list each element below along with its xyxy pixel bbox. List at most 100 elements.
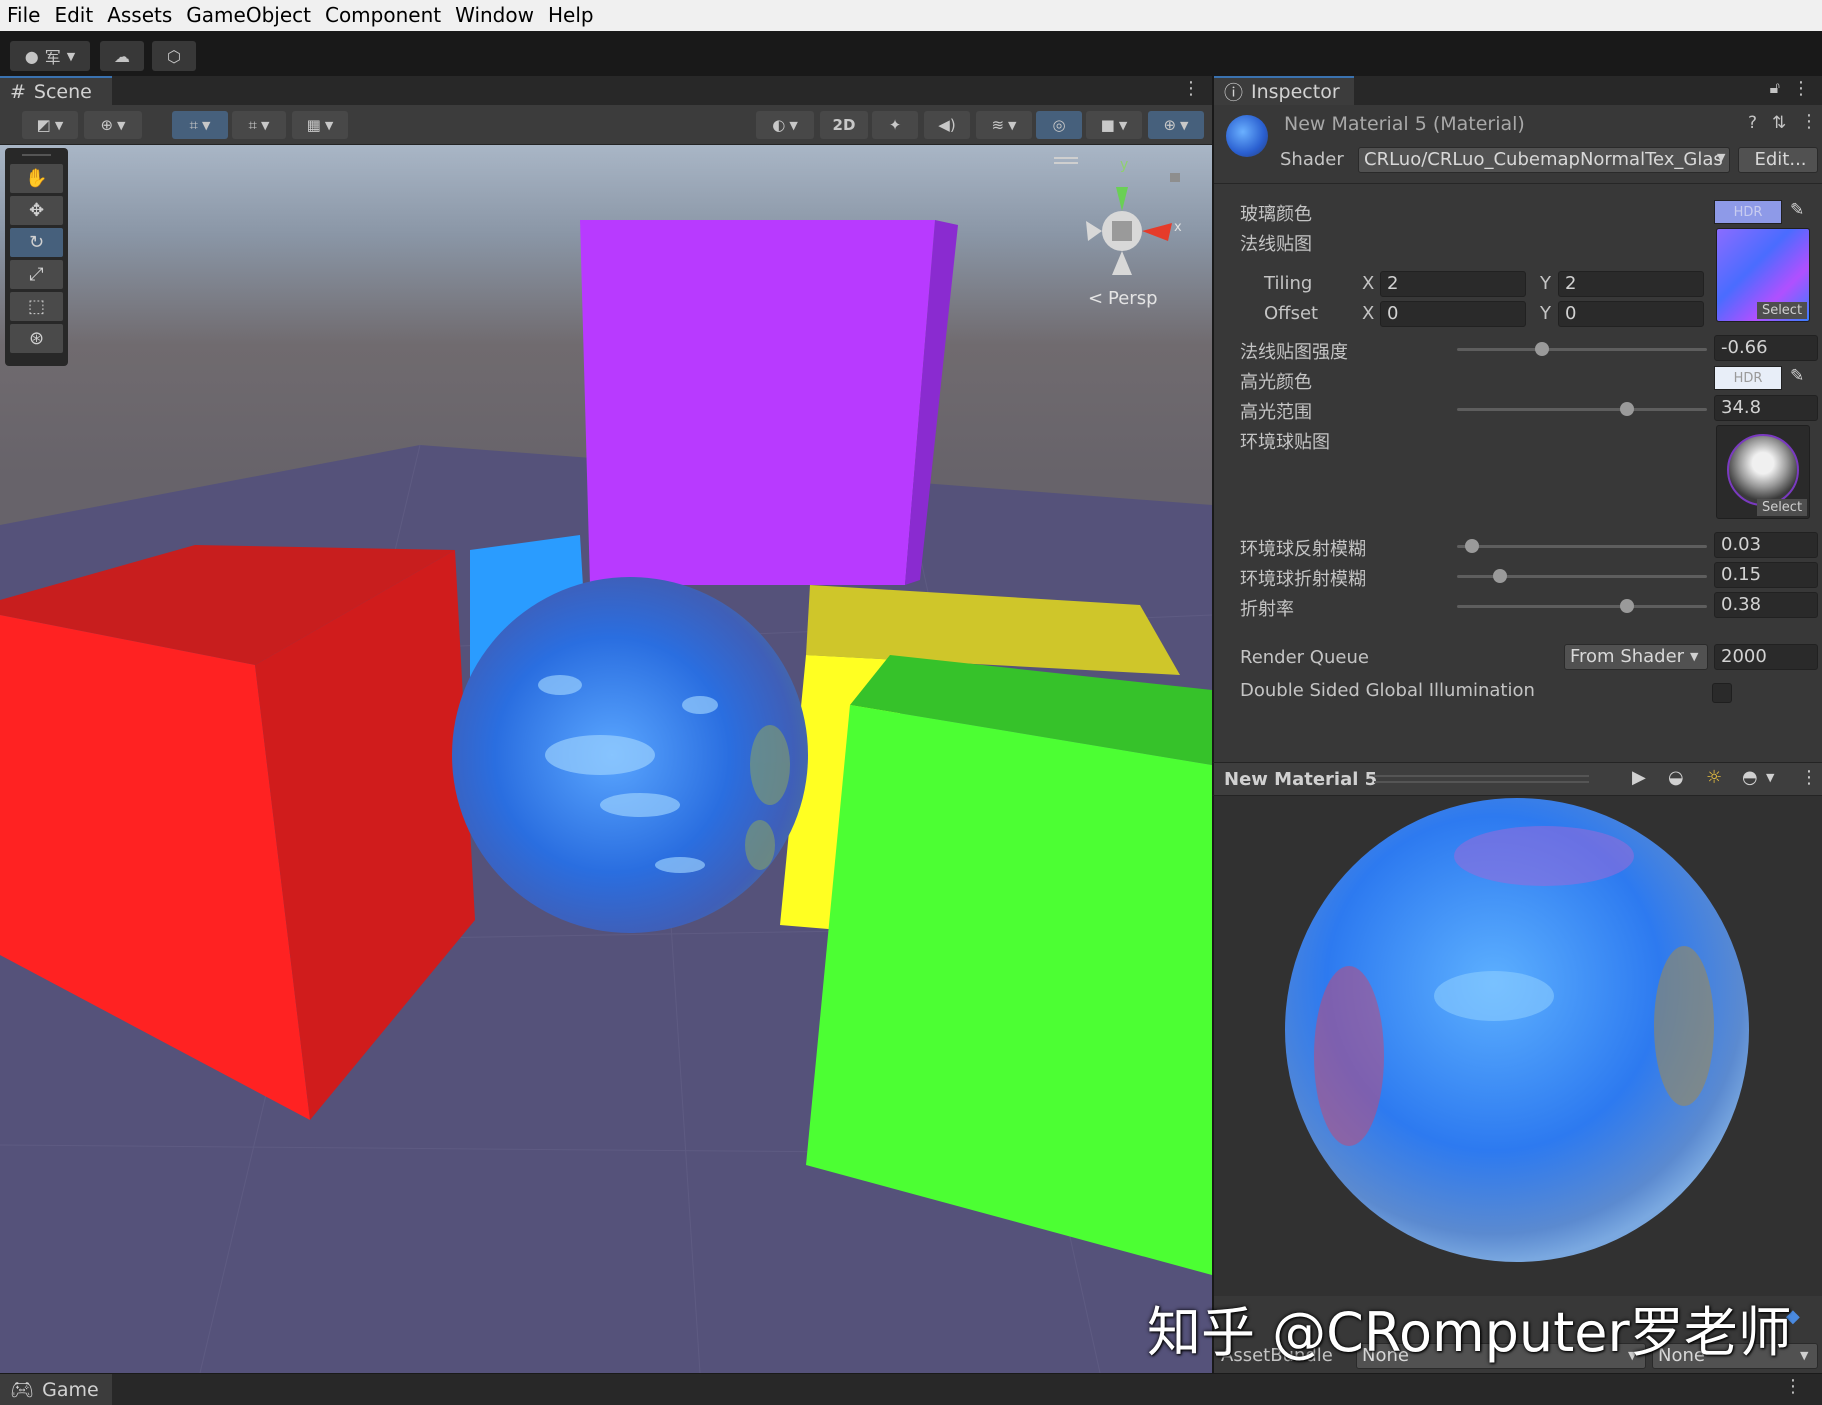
offset-x-field[interactable]: 0 <box>1380 301 1526 327</box>
refraction-field[interactable]: 0.38 <box>1714 592 1818 618</box>
normal-strength-slider-knob[interactable] <box>1535 342 1549 356</box>
shader-dropdown[interactable]: CRLuo/CRLuo_CubemapNormalTex_Glas <box>1358 147 1730 173</box>
menu-edit[interactable]: Edit <box>47 0 100 31</box>
material-menu-icon[interactable]: ⋮ <box>1800 111 1818 132</box>
more-options-icon[interactable]: ⋮ <box>1784 1376 1802 1397</box>
normal-map-select-button[interactable]: Select <box>1757 302 1807 319</box>
scene-viewport[interactable]: y x < Persp <box>0 145 1212 1373</box>
tab-scene[interactable]: # Scene <box>0 76 112 105</box>
hand-tool-button[interactable]: ✋ <box>10 164 63 193</box>
offset-y-label: Y <box>1540 303 1551 324</box>
scale-icon: ⤢ <box>29 264 44 285</box>
tiling-x-field[interactable]: 2 <box>1380 271 1526 297</box>
rect-icon: ⬚ <box>27 296 45 317</box>
spec-color-label: 高光颜色 <box>1240 372 1312 393</box>
env-refract-blur-field[interactable]: 0.15 <box>1714 562 1818 588</box>
preview-background-icon[interactable]: ◓ <box>1742 767 1758 788</box>
tab-game-label: Game <box>42 1378 99 1401</box>
normal-strength-label: 法线贴图强度 <box>1240 342 1348 363</box>
rect-tool-button[interactable]: ⬚ <box>10 292 63 321</box>
2d-toggle-button[interactable]: 2D <box>820 111 868 139</box>
transform-tool-button[interactable]: ⊛ <box>10 324 63 353</box>
play-icon[interactable]: ▶ <box>1632 767 1646 788</box>
render-queue-field[interactable]: 2000 <box>1714 644 1818 670</box>
render-queue-dropdown[interactable]: From Shader <box>1564 644 1708 670</box>
shading-sphere-icon: ◐ <box>772 116 786 134</box>
main-toolbar: ● 军 ▼ ☁ ⬡ <box>0 31 1822 76</box>
grid-snap-dropdown[interactable]: ⌗ ▼ <box>172 111 228 139</box>
viewport-options-icon[interactable] <box>1054 157 1078 159</box>
increment-snap-dropdown[interactable]: ⌗ ▼ <box>232 111 286 139</box>
spec-color-swatch[interactable]: HDR <box>1714 366 1782 390</box>
menu-file[interactable]: File <box>0 0 47 31</box>
shader-label: Shader <box>1280 149 1344 170</box>
glass-color-label: 玻璃颜色 <box>1240 204 1312 225</box>
tiling-y-field[interactable]: 2 <box>1558 271 1704 297</box>
cloud-button[interactable]: ☁ <box>100 41 144 71</box>
refraction-slider-knob[interactable] <box>1620 599 1634 613</box>
refraction-slider[interactable] <box>1457 605 1707 608</box>
glass-color-swatch[interactable]: HDR <box>1714 200 1782 224</box>
more-options-icon[interactable]: ⋮ <box>1182 78 1200 99</box>
lighting-toggle-button[interactable]: ✦ <box>872 111 918 139</box>
grid-snap-icon: ⌗ <box>189 116 198 134</box>
purple-cube <box>580 220 935 585</box>
env-map-slot[interactable]: Select <box>1716 425 1810 519</box>
more-options-icon[interactable]: ⋮ <box>1800 767 1818 788</box>
chevron-down-icon[interactable]: ▼ <box>1766 771 1774 784</box>
eyedropper-icon[interactable]: ✎ <box>1790 200 1804 220</box>
preview-shape-icon[interactable]: ◒ <box>1668 767 1684 788</box>
preset-icon[interactable]: ⇅ <box>1772 113 1786 133</box>
preview-light-icon[interactable]: ☼ <box>1706 767 1722 788</box>
move-tool-button[interactable]: ✥ <box>10 196 63 225</box>
lock-icon[interactable] <box>1170 173 1180 182</box>
cloud-icon: ☁ <box>114 46 130 66</box>
persp-label[interactable]: Persp <box>1108 288 1158 309</box>
scene-visibility-toggle[interactable]: ◎ <box>1036 111 1082 139</box>
tab-game[interactable]: 🎮︎ Game <box>0 1374 112 1405</box>
normal-strength-slider[interactable] <box>1457 348 1707 351</box>
eyedropper-icon[interactable]: ✎ <box>1790 366 1804 386</box>
spec-range-slider[interactable] <box>1457 408 1707 411</box>
env-map-select-button[interactable]: Select <box>1757 499 1807 516</box>
gizmo-sphere-icon: ⊕ <box>1163 116 1177 134</box>
help-icon[interactable]: ? <box>1748 113 1757 133</box>
edit-shader-button[interactable]: Edit... <box>1738 147 1818 173</box>
shading-mode-dropdown[interactable]: ◐ ▼ <box>756 111 814 139</box>
move-icon: ✥ <box>28 200 45 221</box>
collab-button[interactable]: ⬡ <box>152 41 196 71</box>
menu-gameobject[interactable]: GameObject <box>179 0 318 31</box>
env-refract-blur-slider-knob[interactable] <box>1492 569 1507 583</box>
tab-inspector[interactable]: ⓘ Inspector <box>1214 76 1354 105</box>
env-reflect-blur-slider-knob[interactable] <box>1465 539 1479 553</box>
more-options-icon[interactable]: ⋮ <box>1792 78 1810 99</box>
normal-strength-field[interactable]: -0.66 <box>1714 335 1818 361</box>
normal-map-slot[interactable]: Select <box>1716 228 1810 322</box>
menu-assets[interactable]: Assets <box>100 0 179 31</box>
orientation-gizmo[interactable] <box>1086 187 1172 275</box>
material-preview[interactable] <box>1212 796 1822 1296</box>
menu-help[interactable]: Help <box>541 0 601 31</box>
grid-visibility-dropdown[interactable]: ▦ ▼ <box>292 111 348 139</box>
gizmos-dropdown[interactable]: ⊕ ▼ <box>1148 111 1204 139</box>
menu-window[interactable]: Window <box>448 0 541 31</box>
rotate-tool-button[interactable]: ↻ <box>10 228 63 257</box>
scale-tool-button[interactable]: ⤢ <box>10 260 63 289</box>
watermark: 知乎 @CRomputer罗老师 <box>1147 1301 1792 1364</box>
effects-dropdown[interactable]: ≋ ▼ <box>976 111 1032 139</box>
menu-component[interactable]: Component <box>318 0 448 31</box>
env-reflect-blur-slider[interactable] <box>1457 545 1707 548</box>
refraction-label: 折射率 <box>1240 599 1294 620</box>
account-icon: ● <box>24 46 39 66</box>
double-sided-gi-checkbox[interactable] <box>1712 683 1732 703</box>
account-dropdown[interactable]: ● 军 ▼ <box>10 41 90 71</box>
spec-range-slider-knob[interactable] <box>1620 402 1634 416</box>
offset-y-field[interactable]: 0 <box>1558 301 1704 327</box>
draw-mode-dropdown[interactable]: ◩ ▼ <box>22 111 78 139</box>
lock-icon[interactable]: 🔓︎ <box>1770 78 1780 98</box>
audio-toggle-button[interactable]: ◀) <box>924 111 970 139</box>
env-reflect-blur-field[interactable]: 0.03 <box>1714 532 1818 558</box>
spec-range-field[interactable]: 34.8 <box>1714 395 1818 421</box>
global-toggle-dropdown[interactable]: ⊕ ▼ <box>84 111 142 139</box>
camera-dropdown[interactable]: ■ ▼ <box>1086 111 1142 139</box>
